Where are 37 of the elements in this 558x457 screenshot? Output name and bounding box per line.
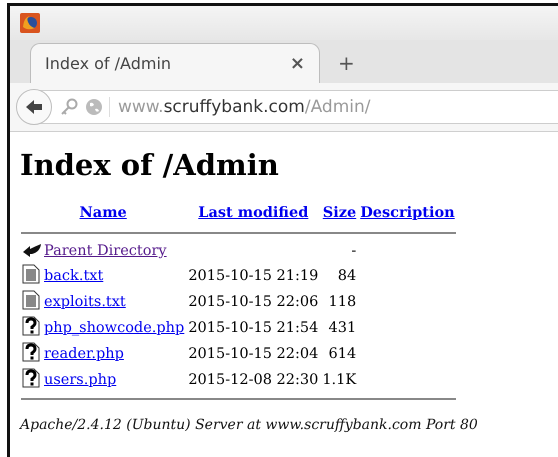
modified-date: 2015-10-15 22:06 — [188, 294, 318, 310]
left-arrow-icon — [24, 98, 44, 116]
column-header-link[interactable]: Last modified — [198, 204, 308, 221]
file-size: 84 — [338, 268, 356, 284]
back-button[interactable] — [16, 89, 52, 125]
file-size: 431 — [328, 320, 356, 336]
unknown-file-icon — [22, 316, 40, 336]
text-file-icon — [22, 264, 40, 284]
browser-tab[interactable]: Index of /Admin × — [30, 43, 320, 83]
file-link[interactable]: Parent Directory — [44, 243, 167, 259]
column-header-link[interactable]: Name — [80, 204, 127, 221]
close-tab-button[interactable]: × — [290, 53, 305, 74]
browser-logo-icon — [20, 13, 40, 33]
unknown-file-icon — [22, 368, 40, 388]
modified-date: 2015-12-08 22:30 — [188, 372, 318, 388]
key-icon — [59, 98, 79, 116]
file-link[interactable]: php_showcode.php — [44, 320, 184, 336]
file-link[interactable]: back.txt — [44, 268, 104, 284]
text-file-icon — [22, 290, 40, 310]
file-size: 614 — [328, 346, 356, 362]
modified-date: 2015-10-15 22:04 — [188, 346, 318, 362]
globe-icon — [85, 98, 103, 116]
column-header-link[interactable]: Size — [322, 204, 356, 221]
file-link[interactable]: exploits.txt — [44, 294, 126, 310]
new-tab-button[interactable]: + — [330, 43, 363, 83]
tab-title: Index of /Admin — [45, 54, 172, 73]
file-link[interactable]: users.php — [44, 372, 116, 388]
file-link[interactable]: reader.php — [44, 346, 124, 362]
column-header-link[interactable]: Description — [360, 204, 455, 221]
file-size: 1.1K — [322, 372, 356, 388]
file-size: 118 — [328, 294, 356, 310]
unknown-file-icon — [22, 342, 40, 362]
server-signature: Apache/2.4.12 (Ubuntu) Server at www.scruffybank.com Port 80 — [20, 417, 479, 433]
modified-date: 2015-10-15 21:54 — [188, 320, 318, 336]
file-size: - — [351, 243, 356, 259]
modified-date: 2015-10-15 21:19 — [188, 268, 318, 284]
page-heading: Index of /Admin — [20, 148, 280, 182]
